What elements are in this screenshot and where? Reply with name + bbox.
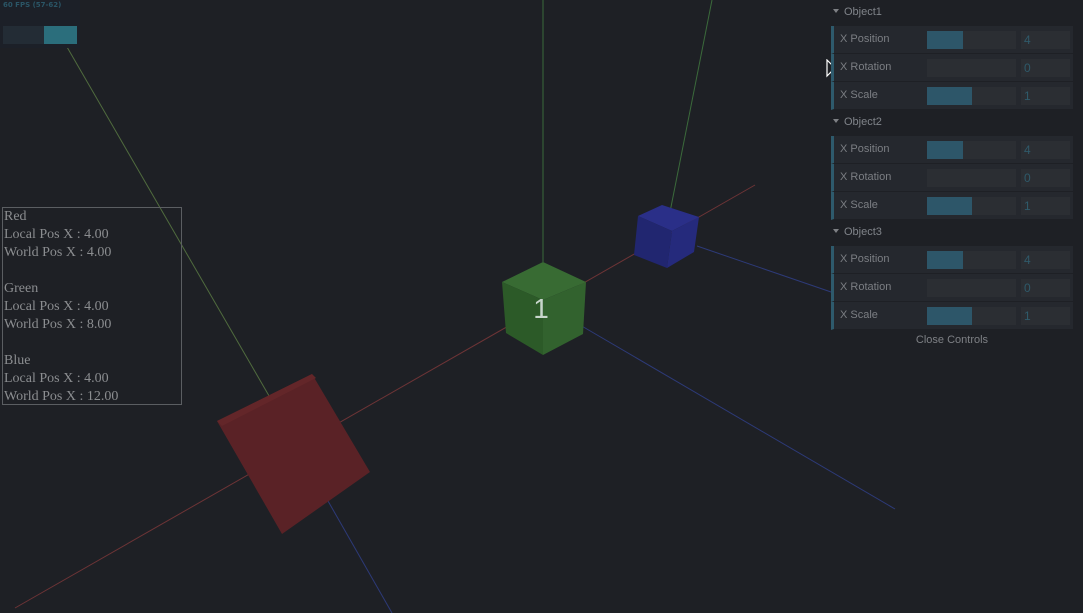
info-blue-title: Blue — [4, 353, 31, 368]
object2-x-scale-control: X Scale 1 — [831, 192, 1073, 220]
object3-x-position-control: X Position 4 — [831, 246, 1073, 274]
object2-x-scale-input[interactable]: 1 — [1021, 197, 1070, 215]
object3-x-position-slider[interactable] — [927, 251, 1016, 269]
folder-object2: Object2 X Position 4 X Rotation 0 X Scal… — [831, 110, 1073, 220]
object1-x-rotation-control: X Rotation 0 — [831, 54, 1073, 82]
object1-x-scale-slider[interactable] — [927, 87, 1016, 105]
object2-x-position-slider[interactable] — [927, 141, 1016, 159]
slider-fill — [927, 197, 972, 215]
blue-cube-z-axis-line — [696, 245, 835, 294]
control-label: X Scale — [840, 89, 878, 101]
object1-x-position-input[interactable]: 4 — [1021, 31, 1070, 49]
folder-object1: Object1 X Position 4 X Rotation 0 X Scal… — [831, 0, 1073, 110]
info-red-world-pos: World Pos X : 4.00 — [4, 245, 112, 260]
caret-down-icon — [833, 119, 839, 124]
slider-fill — [927, 87, 972, 105]
control-label: X Scale — [840, 199, 878, 211]
folder-object3-title[interactable]: Object3 — [831, 220, 1073, 244]
folder-title-text: Object1 — [844, 6, 882, 18]
object3-x-rotation-input[interactable]: 0 — [1021, 279, 1070, 297]
green-cube-z-axis-line — [579, 324, 896, 510]
object2-x-rotation-input[interactable]: 0 — [1021, 169, 1070, 187]
folder-title-text: Object2 — [844, 116, 882, 128]
slider-fill — [927, 31, 963, 49]
info-red-local-pos: Local Pos X : 4.00 — [4, 227, 109, 242]
info-green-world-pos: World Pos X : 8.00 — [4, 317, 112, 332]
object1-x-scale-input[interactable]: 1 — [1021, 87, 1070, 105]
control-label: X Rotation — [840, 281, 892, 293]
object1-x-position-slider[interactable] — [927, 31, 1016, 49]
info-blue-world-pos: World Pos X : 12.00 — [4, 389, 119, 404]
object3-x-rotation-control: X Rotation 0 — [831, 274, 1073, 302]
object3-x-scale-input[interactable]: 1 — [1021, 307, 1070, 325]
fps-stats-panel[interactable]: 60 FPS (57-62) — [0, 0, 80, 48]
folder-object3: Object3 X Position 4 X Rotation 0 X Scal… — [831, 220, 1073, 330]
blue-cube-y-axis-line — [669, 0, 713, 213]
red-cube[interactable] — [217, 374, 370, 534]
object1-x-scale-control: X Scale 1 — [831, 82, 1073, 110]
control-label: X Position — [840, 143, 890, 155]
folder-object2-title[interactable]: Object2 — [831, 110, 1073, 134]
slider-fill — [927, 251, 963, 269]
green-cube-label: 1 — [533, 293, 549, 324]
fps-graph-bar — [44, 26, 77, 44]
position-info-box: Red Local Pos X : 4.00 World Pos X : 4.0… — [2, 207, 182, 405]
controls-panel: Object1 X Position 4 X Rotation 0 X Scal… — [831, 0, 1073, 350]
blue-cube[interactable] — [634, 205, 699, 268]
slider-fill — [927, 307, 972, 325]
slider-fill — [927, 141, 963, 159]
object2-x-position-control: X Position 4 — [831, 136, 1073, 164]
info-blue-local-pos: Local Pos X : 4.00 — [4, 371, 109, 386]
info-green-title: Green — [4, 281, 39, 296]
caret-down-icon — [833, 9, 839, 14]
control-label: X Position — [840, 33, 890, 45]
object3-x-scale-control: X Scale 1 — [831, 302, 1073, 330]
control-label: X Position — [840, 253, 890, 265]
object3-x-rotation-slider[interactable] — [927, 279, 1016, 297]
close-controls-button[interactable]: Close Controls — [831, 330, 1073, 350]
folder-title-text: Object3 — [844, 226, 882, 238]
control-label: X Rotation — [840, 171, 892, 183]
object2-x-position-input[interactable]: 4 — [1021, 141, 1070, 159]
folder-object1-title[interactable]: Object1 — [831, 0, 1073, 24]
object3-x-position-input[interactable]: 4 — [1021, 251, 1070, 269]
object2-x-scale-slider[interactable] — [927, 197, 1016, 215]
control-label: X Rotation — [840, 61, 892, 73]
fps-readout: 60 FPS (57-62) — [3, 1, 62, 9]
control-label: X Scale — [840, 309, 878, 321]
object1-x-position-control: X Position 4 — [831, 26, 1073, 54]
object2-x-rotation-slider[interactable] — [927, 169, 1016, 187]
green-cube[interactable]: 1 — [502, 262, 586, 355]
object3-x-scale-slider[interactable] — [927, 307, 1016, 325]
object1-x-rotation-input[interactable]: 0 — [1021, 59, 1070, 77]
info-green-local-pos: Local Pos X : 4.00 — [4, 299, 109, 314]
caret-down-icon — [833, 229, 839, 234]
object2-x-rotation-control: X Rotation 0 — [831, 164, 1073, 192]
info-red-title: Red — [4, 209, 27, 224]
object1-x-rotation-slider[interactable] — [927, 59, 1016, 77]
